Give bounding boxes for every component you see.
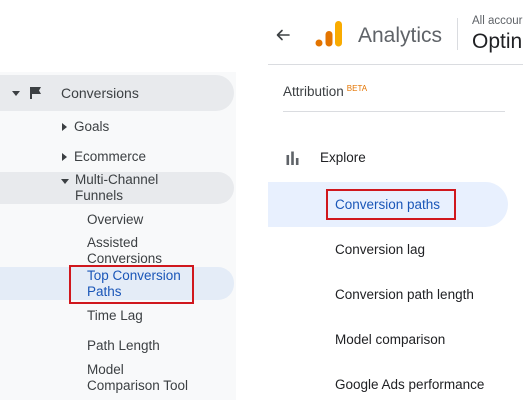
nav-item-label: Assisted <box>87 235 139 250</box>
nav-item-label-line2: Comparison Tool <box>87 378 189 393</box>
nav-item-conversion-path-length[interactable]: Conversion path length <box>335 287 474 303</box>
section-header-attribution: Attribution BETA <box>283 84 367 100</box>
beta-badge: BETA <box>346 84 368 93</box>
ua-left-nav: Conversions Goals Ecommerce Multi-Channe… <box>0 0 236 400</box>
nav-item-label-line2: Funnels <box>75 188 124 203</box>
nav-item-model-comparison[interactable]: Model comparison <box>335 332 445 348</box>
nav-item-conversions[interactable]: Conversions <box>0 75 234 111</box>
expand-caret-icon <box>62 153 67 161</box>
expand-caret-icon <box>12 90 20 96</box>
ga4-side-nav: Attribution BETA Explore <box>268 65 523 400</box>
nav-item-label: Path Length <box>87 338 160 353</box>
back-arrow-icon[interactable] <box>276 29 290 41</box>
nav-item-label: Overview <box>87 212 144 227</box>
nav-item-multi-channel-funnels[interactable]: Multi-Channel Funnels <box>0 172 234 204</box>
flag-icon <box>30 87 41 99</box>
nav-subitem-model-comparison-tool[interactable]: Model Comparison Tool <box>0 362 188 394</box>
nav-item-ecommerce[interactable]: Ecommerce <box>0 148 146 166</box>
nav-item-conversion-lag[interactable]: Conversion lag <box>335 242 425 258</box>
nav-item-label: Multi-Channel <box>75 172 159 187</box>
header-divider <box>457 18 458 50</box>
nav-item-label: Ecommerce <box>74 149 147 164</box>
app-name: Analytics <box>358 24 443 47</box>
nav-item-label: Explore <box>320 150 366 165</box>
nav-subitem-path-length[interactable]: Path Length <box>0 337 160 355</box>
ga4-panel: Analytics All accour Optin Attribution B… <box>268 0 523 400</box>
nav-item-label: Goals <box>74 119 110 134</box>
highlight-box-conversion-paths <box>326 189 456 220</box>
nav-item-label: Conversions <box>61 85 139 101</box>
property-name[interactable]: Optin <box>472 30 522 54</box>
account-label[interactable]: All accour <box>472 15 523 28</box>
nav-item-label: Time Lag <box>87 308 143 323</box>
expand-caret-icon <box>62 123 67 131</box>
expand-caret-icon <box>61 178 69 184</box>
nav-item-label: Model <box>87 362 124 377</box>
nav-item-google-ads-performance[interactable]: Google Ads performance <box>335 377 484 393</box>
section-title: Attribution <box>283 84 344 99</box>
nav-subitem-time-lag[interactable]: Time Lag <box>0 307 143 325</box>
nav-item-explore[interactable]: Explore <box>286 150 366 166</box>
nav-subitem-assisted-conversions[interactable]: Assisted Conversions <box>0 235 162 267</box>
highlight-box-top-conversion-paths <box>69 265 194 304</box>
nav-item-goals[interactable]: Goals <box>0 118 109 136</box>
ga4-top-bar: Analytics All accour Optin <box>268 0 523 65</box>
section-divider <box>283 111 505 112</box>
google-analytics-logo-icon <box>315 21 342 47</box>
nav-subitem-overview[interactable]: Overview <box>0 211 143 229</box>
bar-chart-icon <box>286 151 299 165</box>
